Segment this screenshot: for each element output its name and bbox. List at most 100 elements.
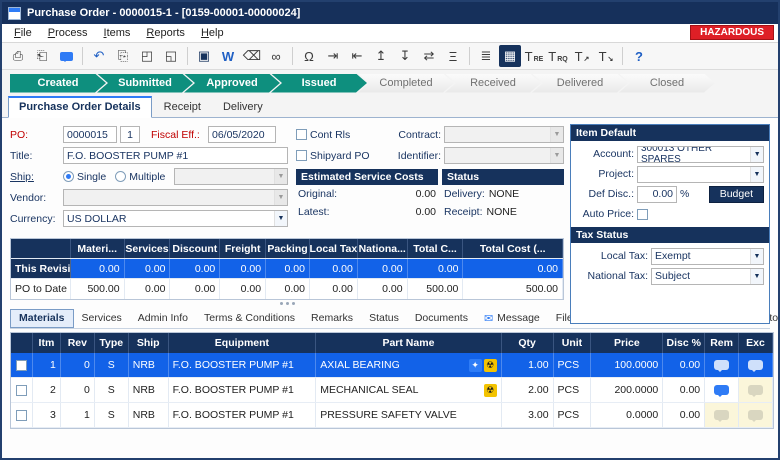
link-icon[interactable]: ∞ <box>265 45 287 67</box>
menu-item-items[interactable]: Items <box>96 25 139 41</box>
item-select-cell[interactable] <box>11 353 33 377</box>
text-back-icon[interactable]: T↘ <box>595 45 617 67</box>
totals-row-po-to-date[interactable]: PO to Date500.000.000.000.000.000.000.00… <box>11 279 563 299</box>
shipyard-po-checkbox[interactable] <box>296 150 307 161</box>
scales-icon[interactable]: Ξ <box>442 45 464 67</box>
item-remarks-cell[interactable] <box>705 353 739 377</box>
tab-purchase-order-details[interactable]: Purchase Order Details <box>8 96 152 118</box>
tab-materials[interactable]: Materials <box>10 309 74 328</box>
title-field[interactable]: F.O. BOOSTER PUMP #1 <box>63 147 288 164</box>
local-tax-combo[interactable]: Exempt ▼ <box>651 248 764 265</box>
item-remarks-cell[interactable] <box>705 378 739 402</box>
copy-icon[interactable]: ⎘ <box>112 45 134 67</box>
totals-value-cell: 0.00 <box>220 279 266 299</box>
item-select-cell[interactable] <box>11 378 33 402</box>
print-preview-icon[interactable]: ⎗ <box>31 45 53 67</box>
tab-label: Documents <box>415 312 468 324</box>
po-number-field[interactable]: 0000015 <box>63 126 117 143</box>
receive-goods-icon-glyph: ⇥ <box>328 48 339 64</box>
folder-open-icon[interactable]: ◰ <box>136 45 158 67</box>
return-goods-icon[interactable]: ↥ <box>370 45 392 67</box>
lock-icon[interactable]: Ω <box>298 45 320 67</box>
totals-value-cell: 0.00 <box>310 279 358 299</box>
tab-documents[interactable]: Documents <box>407 310 476 327</box>
cont-rls-checkbox[interactable] <box>296 129 307 140</box>
item-price: 0.0000 <box>591 403 663 427</box>
account-combo[interactable]: 300013 OTHER SPARES ▼ <box>637 146 764 163</box>
item-exceptions-cell[interactable] <box>739 403 773 427</box>
workflow-step-submitted: Submitted <box>97 74 193 93</box>
tab-remarks[interactable]: Remarks <box>303 310 361 327</box>
item-remarks-cell[interactable] <box>705 403 739 427</box>
tab-status[interactable]: Status <box>361 310 407 327</box>
national-tax-combo[interactable]: Subject ▼ <box>651 268 764 285</box>
tab-receipt[interactable]: Receipt <box>154 98 211 117</box>
project-combo[interactable]: ▼ <box>637 166 764 183</box>
item-row[interactable]: 31SNRBF.O. BOOSTER PUMP #1PRESSURE SAFET… <box>11 403 773 428</box>
receive-goods-icon[interactable]: ⇥ <box>322 45 344 67</box>
text-forward-icon[interactable]: T↗ <box>571 45 593 67</box>
item-exceptions-cell[interactable] <box>739 353 773 377</box>
identifier-combo[interactable]: ▼ <box>444 147 564 164</box>
deliver-goods-icon[interactable]: ⇤ <box>346 45 368 67</box>
tab-admin-info[interactable]: Admin Info <box>130 310 196 327</box>
word-export-icon[interactable]: W <box>217 45 239 67</box>
ship-multiple-radio[interactable] <box>115 171 126 182</box>
receipt-label: Receipt: <box>444 206 483 218</box>
lock-icon-glyph: Ω <box>304 49 314 64</box>
item-price: 100.0000 <box>591 353 663 377</box>
checkbox-icon[interactable] <box>16 385 27 396</box>
dropdown-arrow-icon: ▼ <box>750 249 763 264</box>
transfer-icon[interactable]: ⇄ <box>418 45 440 67</box>
auto-price-checkbox[interactable] <box>637 209 648 220</box>
checkbox-icon[interactable] <box>16 410 27 421</box>
workflow-step-approved: Approved <box>184 74 280 93</box>
text-rq-icon[interactable]: TRQ <box>547 45 569 67</box>
item-row[interactable]: 10SNRBF.O. BOOSTER PUMP #1AXIAL BEARING✦… <box>11 353 773 378</box>
menu-item-process[interactable]: Process <box>40 25 96 41</box>
grid-icon[interactable]: ▦ <box>499 45 521 67</box>
tab-label: Services <box>82 312 122 324</box>
tab-delivery[interactable]: Delivery <box>213 98 273 117</box>
item-row[interactable]: 20SNRBF.O. BOOSTER PUMP #1MECHANICAL SEA… <box>11 378 773 403</box>
totals-value-cell: 0.00 <box>170 259 220 278</box>
currency-combo[interactable]: US DOLLAR ▼ <box>63 210 288 227</box>
tab-terms-conditions[interactable]: Terms & Conditions <box>196 310 303 327</box>
fiscal-eff-field[interactable]: 06/05/2020 <box>208 126 276 143</box>
def-disc-field[interactable]: 0.00 <box>637 186 677 203</box>
item-ship: NRB <box>129 353 169 377</box>
po-revision-field[interactable]: 1 <box>120 126 140 143</box>
contract-combo[interactable]: ▼ <box>444 126 564 143</box>
dropdown-arrow-icon: ▼ <box>274 211 287 226</box>
tab-services[interactable]: Services <box>74 310 130 327</box>
list-icon[interactable]: ≣ <box>475 45 497 67</box>
totals-header-row-label <box>11 239 71 258</box>
budget-button[interactable]: Budget <box>709 186 764 203</box>
ship-single-radio[interactable] <box>63 171 74 182</box>
comment-icon[interactable] <box>55 45 77 67</box>
save-icon[interactable]: ▣ <box>193 45 215 67</box>
item-select-cell[interactable] <box>11 403 33 427</box>
vendor-combo[interactable]: ▼ <box>63 189 288 206</box>
folder-closed-icon[interactable]: ◱ <box>160 45 182 67</box>
ship-label: Ship: <box>10 171 60 183</box>
help-icon[interactable]: ? <box>628 45 650 67</box>
undo-icon[interactable]: ↶ <box>88 45 110 67</box>
print-icon[interactable]: ⎙ <box>7 45 29 67</box>
erase-icon[interactable]: ⌫ <box>241 45 263 67</box>
forward-goods-icon[interactable]: ↧ <box>394 45 416 67</box>
menu-item-help[interactable]: Help <box>193 25 232 41</box>
checkbox-icon[interactable] <box>16 360 27 371</box>
splitter-handle[interactable] <box>10 300 564 307</box>
dropdown-arrow-icon: ▼ <box>550 127 563 142</box>
ship-combo[interactable]: ▼ <box>174 168 288 185</box>
menu-item-reports[interactable]: Reports <box>138 25 193 41</box>
receipt-status-row: Receipt: NONE <box>442 203 564 221</box>
tab-message[interactable]: ✉Message <box>476 310 548 328</box>
items-header-rev: Rev <box>61 333 95 353</box>
item-exceptions-cell[interactable] <box>739 378 773 402</box>
text-re-icon[interactable]: TRE <box>523 45 545 67</box>
totals-row-this-revisi[interactable]: This Revisi...0.000.000.000.000.000.000.… <box>11 259 563 279</box>
menu-item-file[interactable]: File <box>6 25 40 41</box>
receipt-value: NONE <box>487 206 517 218</box>
